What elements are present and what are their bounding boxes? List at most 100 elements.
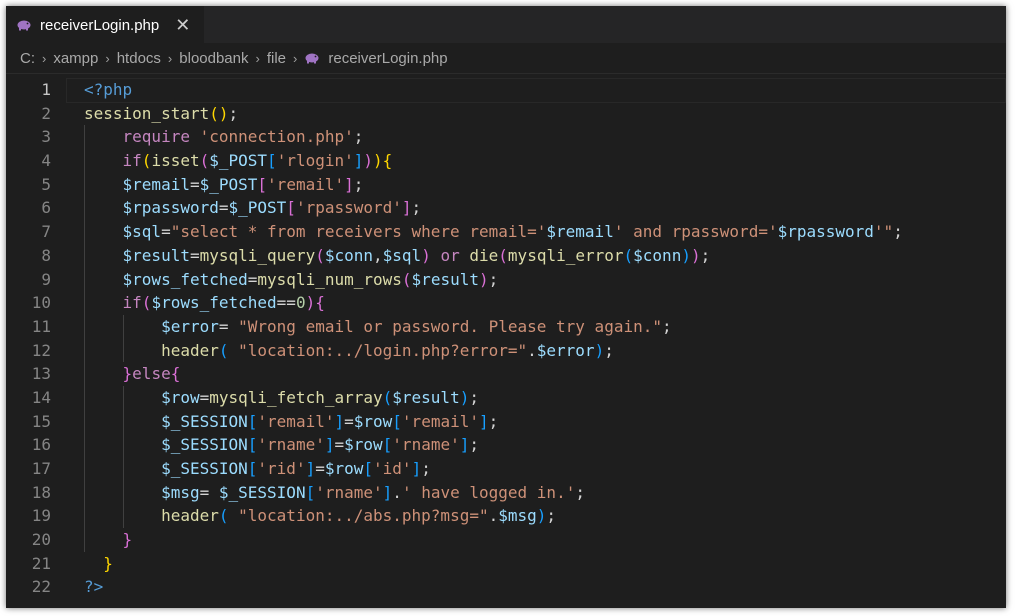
code-token: . — [527, 340, 537, 360]
code-line[interactable]: 12 header( "location:../login.php?error=… — [6, 338, 1006, 363]
code-text: session_start(); — [84, 102, 238, 126]
code-text: header( "location:../abs.php?msg=".$msg)… — [84, 504, 556, 528]
code-line[interactable]: 22 ?> — [6, 575, 1006, 599]
code-token: ; — [893, 222, 903, 242]
code-token: = — [199, 387, 210, 407]
code-editor[interactable]: 1 <?php 2 session_start(); 3 require 'connec… — [6, 73, 1006, 599]
code-token: if — [122, 293, 142, 313]
code-line[interactable]: 10 if($rows_fetched==0){ — [6, 291, 1006, 315]
code-line[interactable]: 14 $row=mysqli_fetch_array($result); — [6, 385, 1006, 410]
code-token: ( — [315, 245, 325, 265]
line-number: 13 — [31, 364, 51, 384]
tab-receiverlogin[interactable]: receiverLogin.php ✕ — [6, 6, 205, 43]
breadcrumb-item[interactable]: C: — [20, 50, 35, 67]
code-line[interactable]: 3 require 'connection.php'; — [6, 125, 1006, 150]
code-token: ; — [661, 316, 672, 336]
code-text: $row=mysqli_fetch_array($result); — [84, 386, 479, 410]
code-line[interactable]: 4 if(isset($_POST['rlogin'])){ — [6, 149, 1006, 173]
code-line[interactable]: 2 session_start(); — [6, 102, 1006, 126]
code-token: ; — [488, 269, 499, 289]
code-token: ' have logged in.' — [401, 482, 576, 502]
code-token: 'remail' — [267, 174, 345, 194]
code-token: "location:../abs.php?msg=" — [238, 506, 489, 526]
code-line[interactable]: 15 $_SESSION['remail']=$row['remail']; — [6, 409, 1006, 434]
code-line[interactable]: 19 header( "location:../abs.php?msg=".$m… — [6, 504, 1006, 529]
code-token: header — [161, 506, 219, 526]
code-token: $remail — [546, 222, 614, 242]
breadcrumb-item[interactable]: xampp — [53, 50, 98, 67]
chevron-right-icon: › — [105, 50, 110, 66]
code-token: = — [189, 245, 200, 265]
code-token: 'rlogin' — [276, 151, 354, 171]
code-line[interactable]: 11 $error= "Wrong email or password. Ple… — [6, 314, 1006, 339]
chevron-right-icon: › — [42, 50, 47, 66]
code-token: [ — [257, 174, 268, 194]
code-line[interactable]: 6 $rpassword=$_POST['rpassword']; — [6, 196, 1006, 221]
code-token: = — [161, 222, 171, 242]
code-token: or — [440, 245, 460, 265]
code-token: = — [344, 411, 354, 431]
code-token: ] — [478, 411, 489, 431]
code-token: ] — [344, 174, 354, 194]
code-line[interactable]: 8 $result=mysqli_query($conn,$sql) or di… — [6, 243, 1006, 268]
breadcrumb-item[interactable]: receiverLogin.php — [328, 50, 447, 67]
line-number: 11 — [31, 316, 51, 336]
code-line[interactable]: 21 } — [6, 552, 1006, 576]
code-token: mysqli_error — [507, 245, 624, 265]
code-token: = — [334, 435, 345, 455]
code-line[interactable]: 5 $remail=$_POST['remail']; — [6, 172, 1006, 197]
code-token: ( — [382, 387, 393, 407]
code-line[interactable]: 9 $rows_fetched=mysqli_num_rows($result)… — [6, 267, 1006, 292]
code-line[interactable]: 18 $msg= $_SESSION['rname'].' have logge… — [6, 480, 1006, 505]
php-elephant-icon — [305, 53, 319, 64]
code-token: [ — [305, 482, 316, 502]
code-token: if — [122, 151, 142, 171]
code-token: else — [132, 364, 171, 384]
line-number: 15 — [31, 411, 51, 431]
code-token: = — [247, 269, 258, 289]
code-token: ] — [305, 459, 316, 478]
code-text: $rows_fetched=mysqli_num_rows($result); — [84, 268, 499, 292]
code-line[interactable]: 17 $_SESSION['rid']=$row['id']; — [6, 457, 1006, 481]
code-text: $rpassword=$_POST['rpassword']; — [84, 196, 422, 220]
code-line[interactable]: 1 <?php — [6, 78, 1006, 102]
code-token: ) — [421, 245, 431, 265]
code-token: ] — [459, 435, 470, 455]
breadcrumb-item[interactable]: bloodbank — [179, 50, 248, 67]
code-token: { — [382, 151, 393, 171]
code-line[interactable]: 20 } — [6, 528, 1006, 552]
close-icon[interactable]: ✕ — [175, 16, 190, 34]
code-token: $row — [353, 411, 393, 431]
code-token: ) — [373, 151, 383, 171]
line-number: 20 — [31, 530, 51, 550]
line-number: 17 — [31, 459, 51, 478]
line-number: 9 — [41, 269, 51, 289]
code-line[interactable]: 13 }else{ — [6, 362, 1006, 386]
code-token: ; — [421, 459, 431, 478]
code-token: $rpassword — [122, 198, 219, 218]
code-text: $remail=$_POST['remail']; — [84, 173, 364, 197]
line-number: 18 — [31, 482, 51, 502]
code-token: , — [373, 245, 383, 265]
code-token: 'rname' — [392, 435, 460, 455]
code-token: { — [170, 364, 181, 384]
code-token: 'rid' — [257, 459, 306, 478]
code-text: $_SESSION['rid']=$row['id']; — [84, 457, 431, 481]
code-line[interactable]: 7 $sql="select * from receivers where re… — [6, 220, 1006, 244]
breadcrumb-item[interactable]: file — [267, 50, 286, 67]
breadcrumb-item[interactable]: htdocs — [117, 50, 161, 67]
code-token: $_SESSION — [161, 459, 248, 478]
code-token: ) — [305, 293, 316, 313]
code-token: ) — [681, 245, 691, 265]
code-line[interactable]: 16 $_SESSION['rname']=$row['rname']; — [6, 433, 1006, 457]
code-token: die — [469, 245, 499, 265]
code-token: [ — [392, 411, 402, 431]
code-token: $result — [122, 245, 190, 265]
line-number: 3 — [41, 127, 51, 147]
code-token: $error — [536, 340, 595, 360]
